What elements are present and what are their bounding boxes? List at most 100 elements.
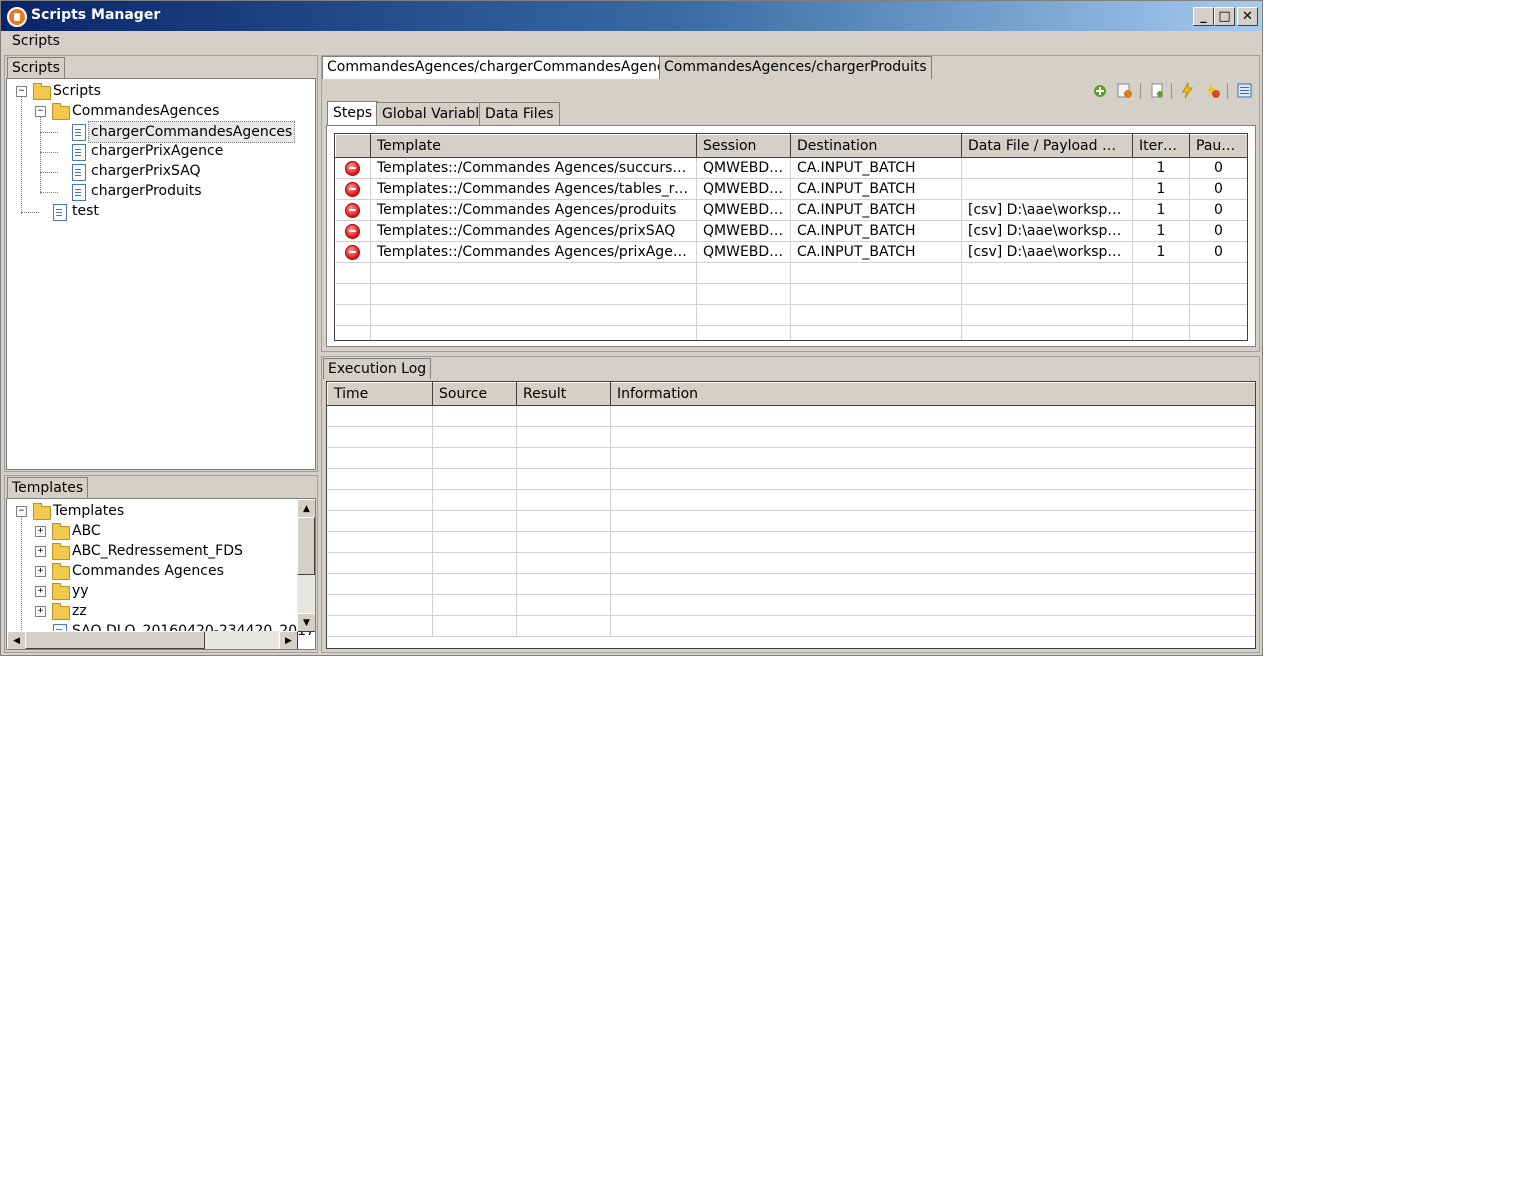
tree-node-folder[interactable]: + ABC [7,521,297,541]
data-file-cell: [csv] D:\aae\workspace... [961,241,1133,263]
menu-scripts[interactable]: Scripts [12,33,60,49]
templates-panel: Templates − Templates + ABC + ABC_Redres… [4,475,318,653]
column-header-session[interactable]: Session [696,134,791,158]
expand-icon[interactable]: + [35,566,46,577]
edit-step-icon[interactable] [1116,82,1133,99]
expand-icon[interactable]: + [35,586,46,597]
stop-icon[interactable] [1204,82,1221,99]
tree-node-folder[interactable]: + zz [7,601,297,621]
script-icon [72,184,86,201]
tree-node-commandesagences[interactable]: − CommandesAgences [7,101,307,121]
expand-icon[interactable]: + [35,546,46,557]
folder-icon [52,563,70,580]
scroll-left-icon[interactable]: ◀ [7,631,26,649]
scripts-manager-window: Scripts Manager _ □ ✕ Scripts Scripts − … [0,0,1263,656]
data-file-cell [961,178,1133,200]
execution-log-table: Time Source Result Information [327,382,1255,637]
folder-open-icon [33,83,51,100]
scrollbar-thumb[interactable] [25,631,205,649]
column-header-information[interactable]: Information [610,382,1255,406]
script-icon [72,124,86,141]
vertical-scrollbar[interactable]: ▲ ▼ [297,499,315,632]
collapse-icon[interactable]: − [35,106,46,117]
execution-log-panel: Execution Log Time Source Result Informa… [321,356,1260,653]
session-cell: QMWEBD_ca [696,220,791,242]
tab-steps[interactable]: Steps [327,101,379,126]
maximize-button[interactable]: □ [1214,7,1235,26]
tab-chargercommandesagences[interactable]: CommandesAgences/chargerCommandesAgences… [322,56,702,79]
table-row[interactable]: Templates::/Commandes Agences/prixSAQ QM… [335,220,1247,242]
column-header-source[interactable]: Source [432,382,517,406]
menu-bar: Scripts [1,31,1262,53]
minimize-button[interactable]: _ [1193,7,1214,26]
tab-chargerproduits[interactable]: CommandesAgences/chargerProduits [659,56,932,79]
column-header-iterations[interactable]: Iterat... [1132,134,1190,158]
tree-node-script[interactable]: chargerProduits [7,181,307,201]
tree-node-folder[interactable]: + Commandes Agences [7,561,297,581]
copy-step-icon[interactable] [1149,82,1166,99]
close-button[interactable]: ✕ [1237,7,1258,26]
column-header-pause[interactable]: Paus... [1189,134,1247,158]
empty-row [327,615,1255,637]
status-cell [335,199,371,221]
column-header-result[interactable]: Result [516,382,611,406]
iterations-cell: 1 [1132,178,1190,200]
execution-log-tab[interactable]: Execution Log [323,358,432,379]
title-bar[interactable]: Scripts Manager _ □ ✕ [1,1,1262,31]
table-row[interactable]: Templates::/Commandes Agences/tables_ref… [335,178,1247,200]
tree-node-script[interactable]: chargerPrixSAQ [7,161,307,181]
expand-icon[interactable]: + [35,526,46,537]
column-header-time[interactable]: Time [327,382,433,406]
tree-node-test[interactable]: test [7,201,307,221]
scroll-up-icon[interactable]: ▲ [297,499,315,518]
destination-cell: CA.INPUT_BATCH [790,241,962,263]
tree-node-script[interactable]: chargerCommandesAgences [7,121,307,143]
tree-node-folder[interactable]: + ABC_Redressement_FDS [7,541,297,561]
toolbar-separator [1227,83,1228,99]
properties-icon[interactable] [1236,82,1253,99]
iterations-cell: 1 [1132,157,1190,179]
column-header-template[interactable]: Template [370,134,697,158]
column-header-status[interactable] [335,134,371,158]
pause-cell: 0 [1189,241,1247,263]
tree-node-folder[interactable]: + yy [7,581,297,601]
session-cell: QMWEBD_ca [696,241,791,263]
tree-label: CommandesAgences [72,103,220,119]
table-row[interactable]: Templates::/Commandes Agences/prixAgence… [335,241,1247,263]
scroll-right-icon[interactable]: ▶ [279,631,298,649]
templates-panel-tab[interactable]: Templates [7,477,89,498]
empty-row [327,531,1255,553]
status-cell [335,220,371,242]
add-step-icon[interactable] [1092,82,1109,99]
disabled-step-icon [345,223,361,239]
status-cell [335,241,371,263]
table-row[interactable]: Templates::/Commandes Agences/produits Q… [335,199,1247,221]
toolbar-separator [1171,83,1172,99]
tree-node-scripts-root[interactable]: − Scripts [7,81,307,101]
scrollbar-thumb[interactable] [297,517,315,575]
table-row[interactable]: Templates::/Commandes Agences/succursale… [335,157,1247,179]
minimize-icon: _ [1200,9,1207,24]
scroll-down-icon[interactable]: ▼ [297,613,315,632]
pause-cell: 0 [1189,178,1247,200]
tab-data-files[interactable]: Data Files [479,102,560,126]
scripts-tree: − Scripts − CommandesAgences chargerComm… [6,78,316,470]
expand-icon[interactable]: + [35,606,46,617]
tree-node-templates-root[interactable]: − Templates [7,501,297,521]
folder-icon [52,523,70,540]
pause-cell: 0 [1189,157,1247,179]
close-icon: ✕ [1242,9,1253,24]
horizontal-scrollbar[interactable]: ◀ ▶ [7,631,298,649]
column-header-data-file[interactable]: Data File / Payload Direc... [961,134,1133,158]
tab-label: CommandesAgences/chargerCommandesAgences [327,59,681,75]
disabled-step-icon [345,181,361,197]
scripts-panel-tab[interactable]: Scripts [7,57,65,78]
column-header-destination[interactable]: Destination [790,134,962,158]
folder-icon [52,543,70,560]
collapse-icon[interactable]: − [16,86,27,97]
tree-node-script[interactable]: chargerPrixAgence [7,141,307,161]
run-icon[interactable] [1179,82,1196,99]
collapse-icon[interactable]: − [16,506,27,517]
tree-label: Scripts [53,83,101,99]
script-icon [72,144,86,161]
